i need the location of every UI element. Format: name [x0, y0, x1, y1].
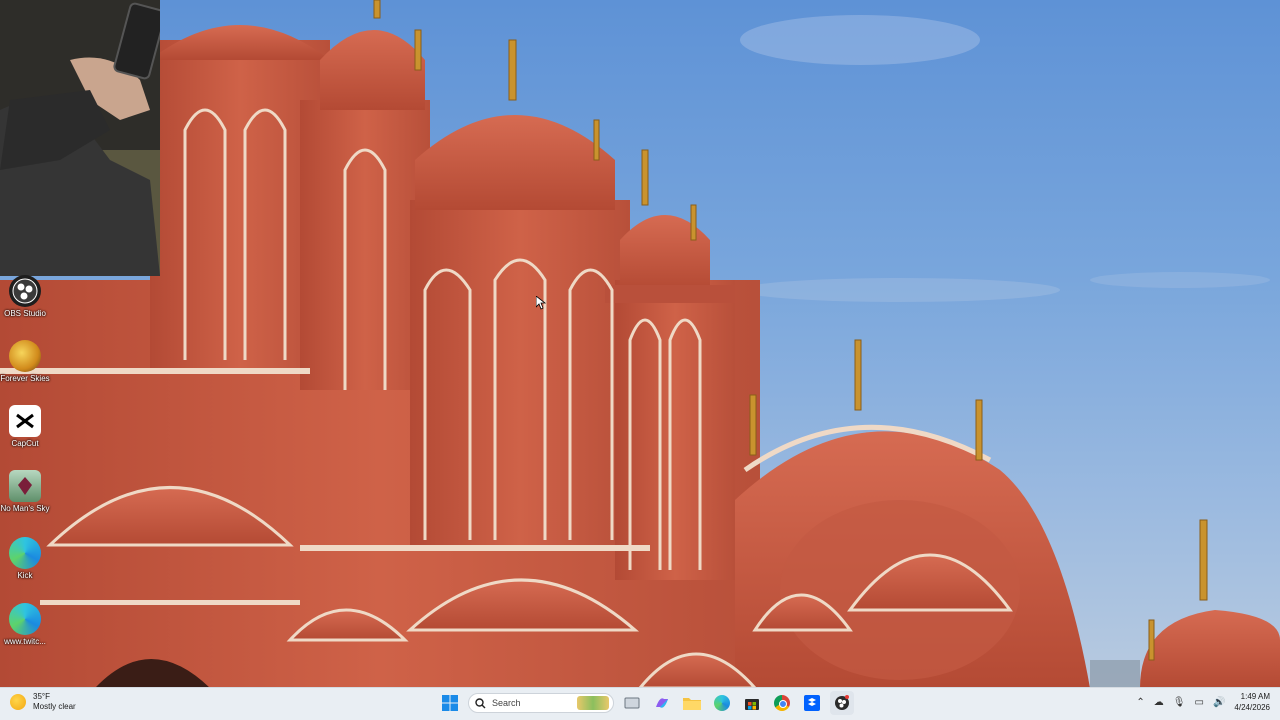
moon-cloud-icon: [10, 694, 26, 710]
system-tray: ⌃ ☁ 🎙 ▭ 🔊 1:49 AM 4/24/2026: [1136, 691, 1270, 713]
dropbox-icon: [804, 695, 820, 711]
taskbar-center: Search: [438, 691, 854, 715]
microsoft-store-button[interactable]: [740, 691, 764, 715]
desktop-wallpaper: [0, 0, 1280, 688]
file-explorer-button[interactable]: [680, 691, 704, 715]
onedrive-icon[interactable]: ☁: [1154, 697, 1164, 708]
task-view-icon: [624, 697, 640, 709]
obs-button[interactable]: [830, 691, 854, 715]
desktop-icon-label: Forever Skies: [0, 374, 50, 383]
weather-condition: Mostly clear: [33, 702, 76, 711]
chrome-icon: [774, 695, 790, 711]
desktop-icon-label: Kick: [17, 571, 33, 580]
clock-time: 1:49 AM: [1240, 692, 1270, 701]
clock[interactable]: 1:49 AM 4/24/2026: [1234, 691, 1270, 713]
volume-icon[interactable]: 🔊: [1213, 697, 1225, 708]
copilot-button[interactable]: [650, 691, 674, 715]
no-mans-sky-icon: [9, 470, 41, 502]
desktop-icon-forever-skies[interactable]: Forever Skies: [0, 340, 50, 383]
task-view-button[interactable]: [620, 691, 644, 715]
obs-studio-icon: [9, 275, 41, 307]
desktop-icon-kick[interactable]: Kick: [0, 537, 50, 580]
desktop-icon-label: www.twitc...: [4, 637, 46, 646]
taskbar: 35°F Mostly clear Search ⌃ ☁ 🎙 ▭ 🔊 1:49 …: [0, 687, 1280, 720]
desktop-icon-label: OBS Studio: [4, 309, 46, 318]
desktop-icon-capcut[interactable]: CapCut: [0, 405, 50, 448]
desktop-icon-no-mans-sky[interactable]: No Man's Sky: [0, 470, 50, 513]
network-icon[interactable]: ▭: [1195, 697, 1204, 708]
edge-icon: [714, 695, 730, 711]
chevron-up-icon[interactable]: ⌃: [1136, 697, 1144, 708]
windows-logo-icon: [442, 695, 458, 711]
copilot-icon: [656, 698, 668, 708]
weather-widget[interactable]: 35°F Mostly clear: [10, 692, 76, 712]
clock-date: 4/24/2026: [1234, 703, 1270, 712]
edge-button[interactable]: [710, 691, 734, 715]
obs-studio-icon: [835, 695, 849, 710]
search-placeholder: Search: [492, 698, 521, 708]
mouse-cursor-icon: [536, 296, 546, 310]
edge-icon: [9, 537, 41, 569]
desktop-icon-label: CapCut: [11, 439, 39, 448]
taskbar-search-box[interactable]: Search: [468, 693, 614, 713]
microphone-icon[interactable]: 🎙: [1173, 697, 1186, 708]
webcam-person-image: [0, 0, 160, 276]
edge-icon: [9, 603, 41, 635]
webcam-overlay: [0, 0, 160, 276]
store-icon: [745, 699, 759, 710]
dropbox-button[interactable]: [800, 691, 824, 715]
forever-skies-icon: [9, 340, 41, 372]
chrome-button[interactable]: [770, 691, 794, 715]
folder-icon: [683, 698, 701, 710]
desktop-icon-twitch[interactable]: www.twitc...: [0, 603, 50, 646]
desktop-icon-obs-studio[interactable]: OBS Studio: [0, 275, 50, 318]
palace-image: [0, 0, 1280, 688]
start-button[interactable]: [438, 691, 462, 715]
weather-temp: 35°F: [33, 692, 50, 701]
search-highlight-icon: [577, 696, 609, 710]
search-icon: [475, 697, 486, 708]
desktop-icon-label: No Man's Sky: [0, 504, 50, 513]
capcut-icon: [9, 405, 41, 437]
